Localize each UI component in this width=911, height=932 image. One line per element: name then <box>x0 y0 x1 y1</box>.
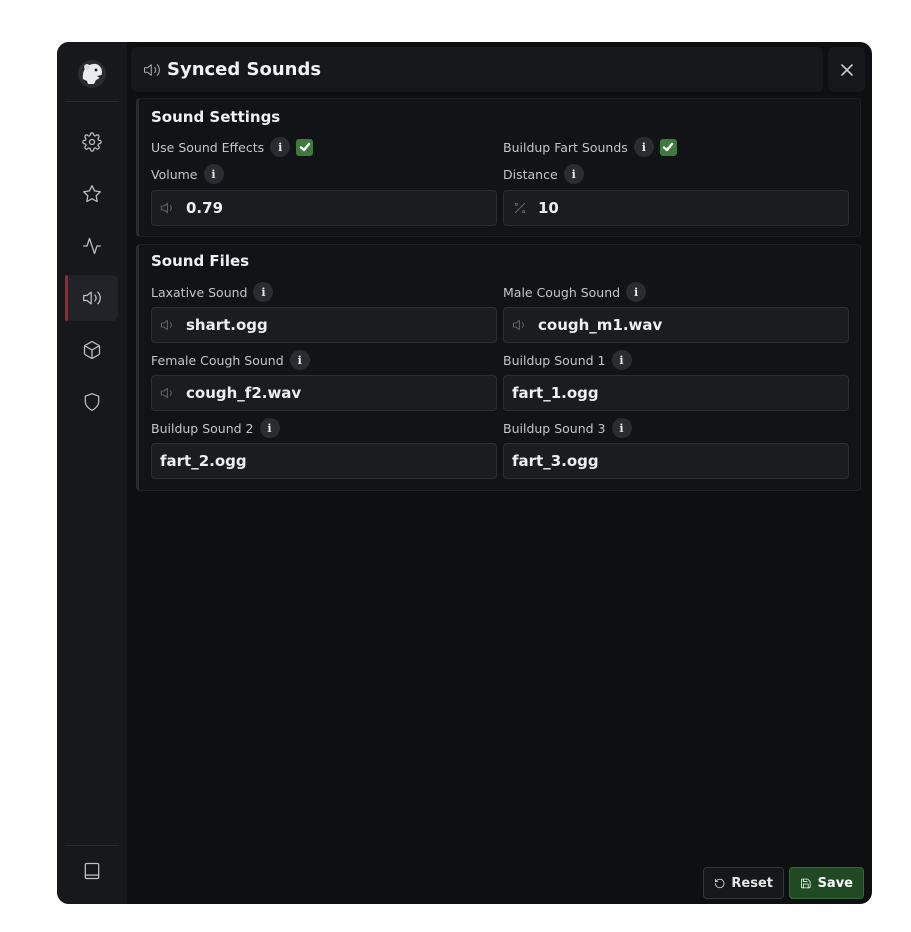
info-icon[interactable]: i <box>611 418 632 438</box>
info-icon[interactable]: i <box>633 137 654 157</box>
percent-icon <box>512 199 530 217</box>
buildup-sound-2-label: Buildup Sound 2 i <box>151 418 280 438</box>
info-icon[interactable]: i <box>259 418 280 438</box>
info-icon[interactable]: i <box>270 137 291 157</box>
male-cough-sound-label: Male Cough Sound i <box>503 282 647 302</box>
use-sound-effects-checkbox[interactable] <box>296 138 314 156</box>
input-value: fart_3.ogg <box>512 452 599 470</box>
distance-label: Distance i <box>503 164 584 184</box>
sidebar-item-sounds[interactable] <box>65 275 118 321</box>
polar-bear-logo <box>74 56 110 92</box>
label-text: Male Cough Sound <box>503 284 621 300</box>
settings-window: Synced Sounds Sound Settings Use Sound E… <box>57 42 872 904</box>
sound-settings-card: Sound Settings Use Sound Effects i Build… <box>136 98 861 237</box>
button-label: Save <box>817 875 853 891</box>
use-sound-effects-label: Use Sound Effects i <box>151 137 314 157</box>
input-value: cough_f2.wav <box>186 384 302 402</box>
sidebar-divider <box>65 845 119 846</box>
buildup-sound-2-input[interactable]: fart_2.ogg <box>151 443 497 479</box>
buildup-fart-sounds-label: Buildup Fart Sounds i <box>503 137 677 157</box>
speaker-icon <box>143 61 161 79</box>
input-value: 10 <box>538 199 559 217</box>
volume-label: Volume i <box>151 164 224 184</box>
card-title: Sound Settings <box>151 108 281 126</box>
label-text: Volume <box>151 166 198 182</box>
gear-icon <box>81 132 102 152</box>
buildup-fart-sounds-checkbox[interactable] <box>659 138 677 156</box>
distance-input[interactable]: 10 <box>503 190 849 226</box>
sidebar-divider <box>65 101 119 102</box>
cube-icon <box>83 341 100 359</box>
book-icon <box>84 862 99 880</box>
label-text: Use Sound Effects <box>151 139 265 155</box>
sidebar-item-security[interactable] <box>65 379 118 425</box>
input-value: shart.ogg <box>186 316 268 334</box>
check-icon <box>299 142 310 152</box>
sidebar-item-activity[interactable] <box>65 223 118 269</box>
speaker-icon <box>160 199 178 217</box>
input-value: cough_m1.wav <box>538 316 663 334</box>
label-text: Buildup Sound 2 <box>151 420 254 436</box>
sound-files-card: Sound Files Laxative Sound i Male Cough … <box>136 244 861 491</box>
label-text: Female Cough Sound <box>151 352 284 368</box>
label-text: Buildup Fart Sounds <box>503 139 628 155</box>
laxative-sound-input[interactable]: shart.ogg <box>151 307 497 343</box>
info-icon[interactable]: i <box>253 282 274 302</box>
label-text: Distance <box>503 166 558 182</box>
sidebar-item-settings[interactable] <box>65 119 118 165</box>
star-icon <box>82 185 101 203</box>
speaker-icon <box>82 291 101 305</box>
page-header: Synced Sounds <box>131 47 823 92</box>
sidebar-item-objects[interactable] <box>65 327 118 373</box>
buildup-sound-1-label: Buildup Sound 1 i <box>503 350 632 370</box>
label-text: Buildup Sound 1 <box>503 352 606 368</box>
sidebar-item-favorites[interactable] <box>65 171 118 217</box>
card-title: Sound Files <box>151 252 250 270</box>
input-value: 0.79 <box>186 199 224 217</box>
male-cough-sound-input[interactable]: cough_m1.wav <box>503 307 849 343</box>
buildup-sound-3-input[interactable]: fart_3.ogg <box>503 443 849 479</box>
info-icon[interactable]: i <box>626 282 647 302</box>
label-text: Laxative Sound <box>151 284 248 300</box>
buildup-sound-3-label: Buildup Sound 3 i <box>503 418 632 438</box>
button-label: Reset <box>731 875 773 891</box>
activity-icon <box>82 237 101 255</box>
female-cough-sound-input[interactable]: cough_f2.wav <box>151 375 497 411</box>
close-button[interactable] <box>828 47 865 92</box>
reset-button[interactable]: Reset <box>703 867 784 899</box>
info-icon[interactable]: i <box>289 350 310 370</box>
sidebar <box>57 42 127 904</box>
page-title: Synced Sounds <box>167 59 322 80</box>
info-icon[interactable]: i <box>203 164 224 184</box>
check-icon <box>663 142 674 152</box>
info-icon[interactable]: i <box>611 350 632 370</box>
input-value: fart_2.ogg <box>160 452 247 470</box>
shield-icon <box>84 393 99 411</box>
floppy-icon <box>801 878 811 888</box>
speaker-icon <box>160 384 178 402</box>
save-button[interactable]: Save <box>789 867 864 899</box>
volume-input[interactable]: 0.79 <box>151 190 497 226</box>
label-text: Buildup Sound 3 <box>503 420 606 436</box>
sidebar-item-docs[interactable] <box>65 848 118 894</box>
close-icon <box>840 63 853 76</box>
info-icon[interactable]: i <box>563 164 584 184</box>
undo-icon <box>715 878 725 888</box>
female-cough-sound-label: Female Cough Sound i <box>151 350 310 370</box>
speaker-icon <box>512 316 530 334</box>
buildup-sound-1-input[interactable]: fart_1.ogg <box>503 375 849 411</box>
laxative-sound-label: Laxative Sound i <box>151 282 274 302</box>
speaker-icon <box>160 316 178 334</box>
input-value: fart_1.ogg <box>512 384 599 402</box>
